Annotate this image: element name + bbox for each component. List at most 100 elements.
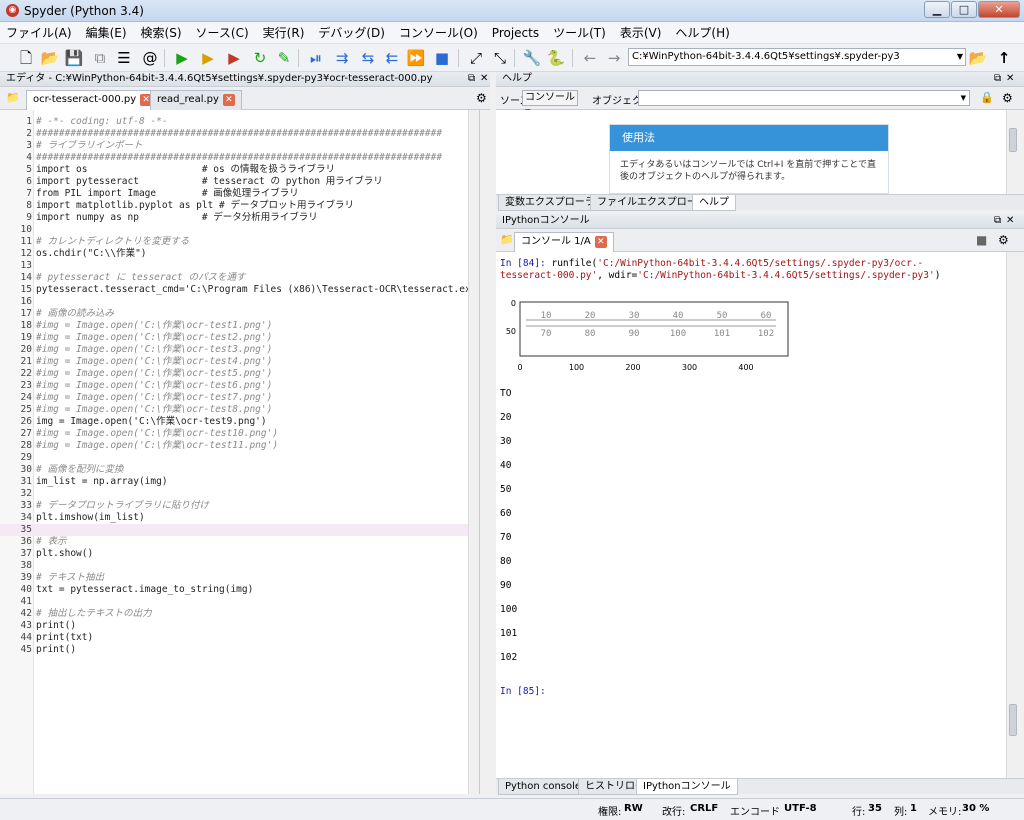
menu-edit[interactable]: 編集(E) [86,24,127,41]
close-button[interactable]: ✕ [978,1,1020,18]
code-line[interactable]: 41 [0,596,479,608]
code-line[interactable]: 44 print(txt) [0,632,479,644]
source-select[interactable]: コンソール ▼ [522,90,578,116]
tab-help[interactable]: ヘルプ [692,195,736,211]
python-path-icon[interactable]: 🐍 [546,48,566,68]
code-line[interactable]: 2 #######################################… [0,128,479,140]
code-line[interactable]: 24 #img = Image.open('C:\作業\ocr-test7.png… [0,392,479,404]
step-return-icon[interactable]: ⇇ [382,48,402,68]
new-file-icon[interactable]: 🗋 [16,48,36,68]
tab-ipython-console[interactable]: IPythonコンソール [636,779,738,795]
code-line[interactable]: 42 # 抽出したテキストの出力 [0,608,479,620]
code-line[interactable]: 31 im_list = np.array(img) [0,476,479,488]
help-scrollbar[interactable] [1006,110,1018,194]
stop-kernel-icon[interactable]: ■ [976,233,987,247]
back-arrow-icon[interactable]: ← [580,48,600,68]
close-icon[interactable]: ✕ [594,236,607,248]
code-line[interactable]: 43 print() [0,620,479,632]
code-line[interactable]: 10 [0,224,479,236]
code-line[interactable]: 4 #######################################… [0,152,479,164]
code-line[interactable]: 28 #img = Image.open('C:\作業\ocr-test11.pn… [0,440,479,452]
object-input[interactable]: ▼ [638,90,970,106]
code-line[interactable]: 39 # テキスト抽出 [0,572,479,584]
tab-read-real[interactable]: read_real.py ✕ [150,90,242,110]
maximize-button[interactable]: □ [951,1,977,18]
code-line[interactable]: 15 pytesseract.tesseract_cmd='C:\Program … [0,284,479,296]
forward-arrow-icon[interactable]: → [604,48,624,68]
maximize-pane-icon[interactable]: ⤢ [466,48,486,68]
ipython-console-output[interactable]: In [84]: runfile('C:/WinPython-64bit-3.4… [496,252,1006,778]
working-directory-input[interactable]: C:¥WinPython-64bit-3.4.4.6Qt5¥settings¥.… [628,48,966,66]
browse-tabs-icon[interactable]: 📁 [6,91,20,104]
menu-view[interactable]: 表示(V) [620,24,662,41]
preferences-icon[interactable]: 🔧 [522,48,542,68]
close-pane-icon[interactable]: ✕ [1006,214,1014,228]
code-line[interactable]: 37 plt.show() [0,548,479,560]
browse-directory-icon[interactable]: 📂 [968,48,988,68]
step-into-icon[interactable]: ⇆ [358,48,378,68]
code-line[interactable]: 35 [0,524,479,536]
code-line[interactable]: 16 [0,296,479,308]
undock-icon[interactable]: ⧉ [468,72,475,86]
tab-ocr-tesseract[interactable]: ocr-tesseract-000.py ✕ [26,90,160,111]
code-line[interactable]: 17 # 画像の読み込み [0,308,479,320]
rerun-icon[interactable]: ↻ [250,48,270,68]
gear-icon[interactable]: ⚙ [998,233,1009,247]
code-line[interactable]: 25 #img = Image.open('C:\作業\ocr-test8.png… [0,404,479,416]
run-selection-icon[interactable]: ✎ [274,48,294,68]
code-line[interactable]: 12 os.chdir("C:\\作業") [0,248,479,260]
parent-directory-icon[interactable]: ↑ [994,48,1014,68]
step-icon[interactable]: ⇉ [332,48,352,68]
menu-console[interactable]: コンソール(O) [399,24,478,41]
menu-tools[interactable]: ツール(T) [553,24,606,41]
menu-source[interactable]: ソース(C) [196,24,249,41]
code-line[interactable]: 11 # カレントディレクトリを変更する [0,236,479,248]
chevron-down-icon[interactable]: ▼ [957,49,963,65]
continue-icon[interactable]: ⏩ [406,48,426,68]
tab-python-console[interactable]: Python console [498,779,589,795]
run-cell-icon[interactable]: ▶ [198,48,218,68]
run-cell-advance-icon[interactable]: ▶ [224,48,244,68]
code-editor[interactable]: 1 # -*- coding: utf-8 -*- 2 ###############… [0,110,480,794]
tab-console-1a[interactable]: コンソール 1/A ✕ [514,232,614,253]
editor-scrollbar[interactable] [468,110,479,794]
browse-tabs-icon[interactable]: 📁 [500,233,514,246]
code-line[interactable]: 26 img = Image.open('C:\作業\ocr-test9.png'… [0,416,479,428]
code-line[interactable]: 30 # 画像を配列に変換 [0,464,479,476]
close-pane-icon[interactable]: ✕ [1006,72,1014,86]
list-icon[interactable]: ☰ [114,48,134,68]
console-scrollbar[interactable] [1006,252,1018,778]
code-line[interactable]: 13 [0,260,479,272]
code-line[interactable]: 45 print() [0,644,479,656]
code-line[interactable]: 38 [0,560,479,572]
code-line[interactable]: 34 plt.imshow(im_list) [0,512,479,524]
debug-icon[interactable]: ⏯ [306,48,326,68]
code-line[interactable]: 7 from PIL import Image # 画像処理ライブラリ [0,188,479,200]
code-line[interactable]: 22 #img = Image.open('C:\作業\ocr-test5.png… [0,368,479,380]
code-line[interactable]: 33 # データプロットライブラリに貼り付け [0,500,479,512]
close-pane-icon[interactable]: ✕ [480,72,488,86]
code-line[interactable]: 20 #img = Image.open('C:\作業\ocr-test3.png… [0,344,479,356]
menu-file[interactable]: ファイル(A) [6,24,72,41]
save-all-icon[interactable]: ⧉ [90,48,110,68]
menu-run[interactable]: 実行(R) [263,24,305,41]
run-icon[interactable]: ▶ [172,48,192,68]
at-icon[interactable]: @ [140,48,160,68]
code-line[interactable]: 21 #img = Image.open('C:\作業\ocr-test4.png… [0,356,479,368]
menu-debug[interactable]: デバッグ(D) [318,24,385,41]
code-line[interactable]: 1 # -*- coding: utf-8 -*- [0,116,479,128]
code-line[interactable]: 6 import pytesseract # tesseract の python… [0,176,479,188]
undock-icon[interactable]: ⧉ [994,214,1001,228]
code-line[interactable]: 19 #img = Image.open('C:\作業\ocr-test2.png… [0,332,479,344]
save-icon[interactable]: 💾 [64,48,84,68]
code-line[interactable]: 36 # 表示 [0,536,479,548]
code-line[interactable]: 14 # pytesseract に tesseract のパスを通す [0,272,479,284]
code-line[interactable]: 40 txt = pytesseract.image_to_string(img) [0,584,479,596]
minimize-button[interactable]: ▁ [924,1,950,18]
menu-projects[interactable]: Projects [492,26,539,40]
code-line[interactable]: 27 #img = Image.open('C:\作業\ocr-test10.pn… [0,428,479,440]
stop-icon[interactable]: ■ [432,48,452,68]
gear-icon[interactable]: ⚙ [476,91,487,105]
fullscreen-icon[interactable]: ⤡ [490,48,510,68]
menu-help[interactable]: ヘルプ(H) [675,24,729,41]
